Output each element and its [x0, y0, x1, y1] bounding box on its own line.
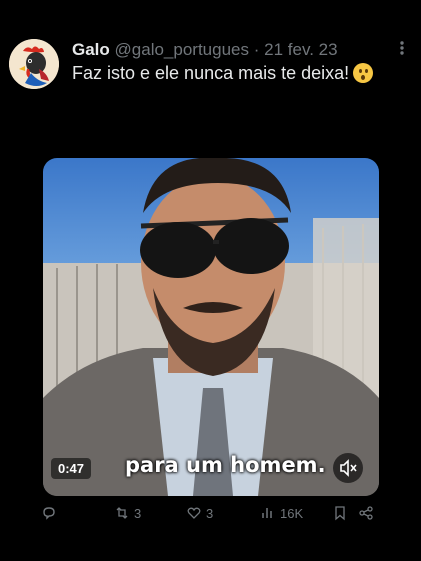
tweet-text: Faz isto e ele nunca mais te deixa! [72, 63, 374, 84]
mute-button[interactable] [333, 453, 363, 483]
tweet-text-content: Faz isto e ele nunca mais te deixa! [72, 63, 350, 83]
bookmark-icon [335, 506, 345, 521]
speaker-muted-icon [340, 459, 357, 477]
bookmark-button[interactable] [333, 505, 347, 521]
video-frame [43, 158, 379, 496]
tweet-date[interactable]: 21 fev. 23 [264, 40, 337, 59]
hushed-face-emoji-icon [353, 63, 374, 83]
views-button[interactable]: 16K [260, 505, 303, 521]
share-button[interactable] [358, 505, 374, 521]
reply-icon [43, 507, 55, 520]
video-player[interactable]: 0:47 para um homem. [43, 158, 379, 496]
video-duration: 0:47 [51, 458, 92, 479]
views-chart-icon [262, 508, 272, 518]
author-handle[interactable]: @galo_portugues [115, 40, 249, 59]
retweet-icon [116, 507, 128, 519]
avatar[interactable] [9, 39, 59, 89]
tweet-actions: 3 3 16K [0, 505, 421, 527]
share-icon [359, 506, 373, 520]
heart-icon [187, 507, 201, 519]
tweet-header: Galo @galo_portugues · 21 fev. 23 [72, 40, 338, 60]
reply-button[interactable] [41, 505, 61, 521]
header-separator: · [253, 40, 260, 59]
rooster-avatar-icon [9, 39, 59, 89]
video-caption: para um homem. [125, 453, 326, 477]
more-options-icon[interactable] [395, 36, 409, 60]
author-name[interactable]: Galo [72, 40, 110, 59]
retweet-count: 3 [134, 505, 142, 521]
like-button[interactable]: 3 [186, 505, 213, 521]
views-count: 16K [280, 505, 304, 521]
like-count: 3 [206, 505, 214, 521]
retweet-button[interactable]: 3 [114, 505, 141, 521]
